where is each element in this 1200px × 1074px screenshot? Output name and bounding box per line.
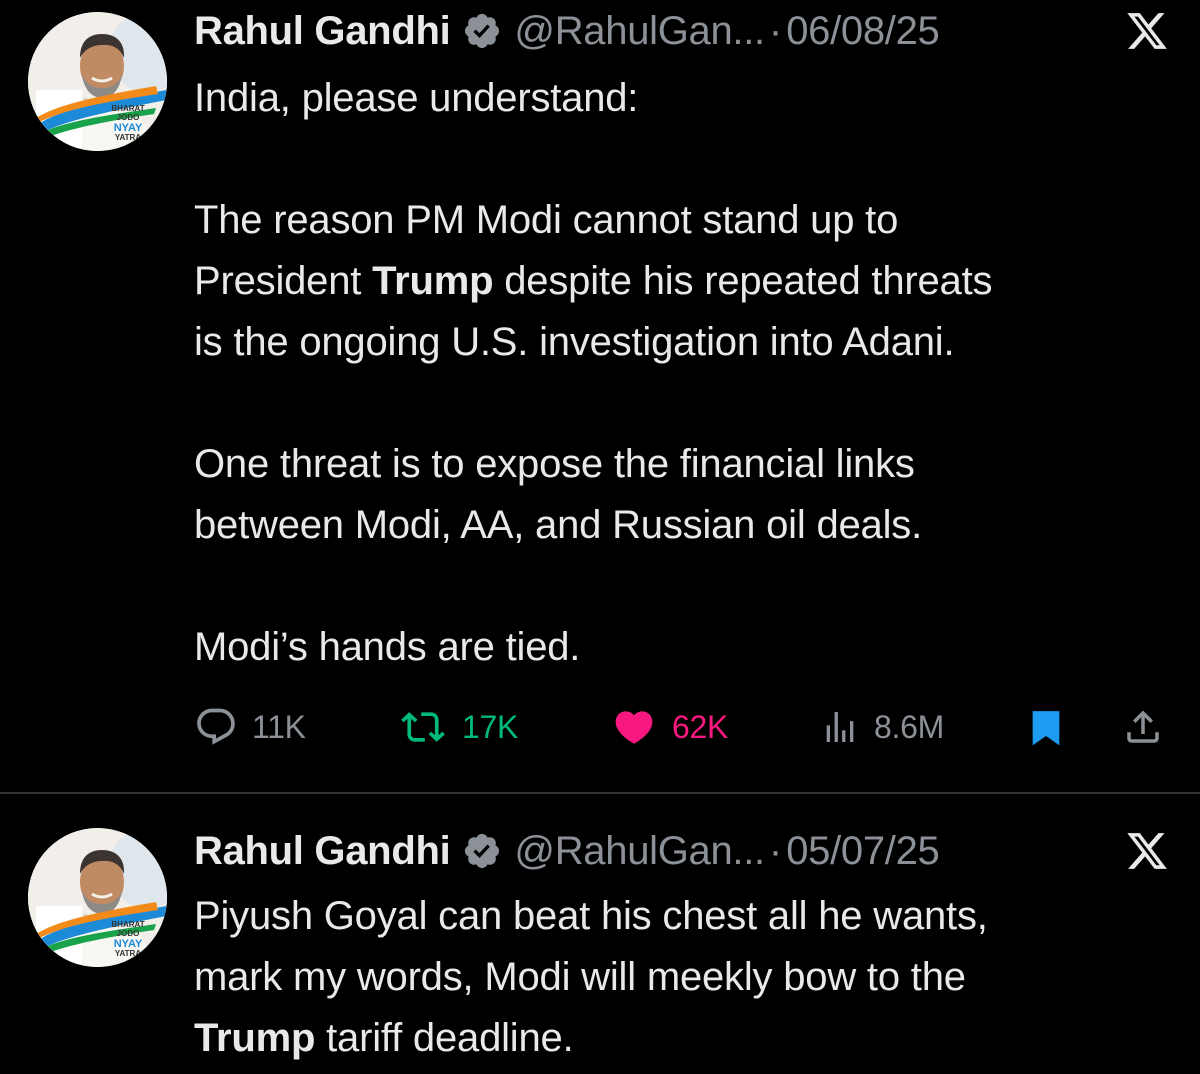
repost-button[interactable]: 17K xyxy=(398,700,518,754)
text-line: mark my words, Modi will meekly bow to t… xyxy=(194,955,966,999)
like-count: 62K xyxy=(672,708,729,745)
text-span: tariff deadline. xyxy=(315,1016,574,1060)
separator-dot: · xyxy=(768,828,783,873)
bookmark-button[interactable] xyxy=(1026,700,1066,754)
avatar-badge-line: BHARAT xyxy=(111,104,144,113)
author-name[interactable]: Rahul Gandhi xyxy=(194,829,451,874)
reply-count: 11K xyxy=(252,708,306,745)
reply-button[interactable]: 11K xyxy=(194,700,306,754)
text-line: The reason PM Modi cannot stand up to xyxy=(194,198,899,242)
text-line: Piyush Goyal can beat his chest all he w… xyxy=(194,894,988,938)
avatar[interactable]: BHARAT JODO NYAY YATRA xyxy=(28,12,167,151)
x-logo-icon xyxy=(1127,833,1167,869)
avatar-badge-line: JODO xyxy=(117,929,140,938)
tweet-header: Rahul Gandhi @RahulGan... · 06/08/25 xyxy=(194,6,1170,56)
avatar-image: BHARAT JODO NYAY YATRA xyxy=(28,12,167,151)
x-logo-icon xyxy=(1127,13,1167,49)
views-button[interactable]: 8.6M xyxy=(820,700,944,754)
tweet-paragraph: One threat is to expose the financial li… xyxy=(194,434,1176,556)
text-span: despite his repeated threats xyxy=(493,259,993,303)
separator-dot: · xyxy=(768,8,783,53)
tweet-date[interactable]: 05/07/25 xyxy=(786,829,940,874)
avatar-image: BHARAT JODO NYAY YATRA xyxy=(28,828,167,967)
views-icon xyxy=(826,712,854,742)
view-count: 8.6M xyxy=(874,708,944,745)
tweet-text: Piyush Goyal can beat his chest all he w… xyxy=(194,886,1176,1069)
author-handle[interactable]: @RahulGan... xyxy=(514,9,765,54)
bold-text: Trump xyxy=(372,259,494,303)
avatar[interactable]: BHARAT JODO NYAY YATRA xyxy=(28,828,167,967)
like-button[interactable]: 62K xyxy=(610,700,728,754)
text-line: Trump tariff deadline. xyxy=(194,1008,1176,1069)
text-line: One threat is to expose the financial li… xyxy=(194,442,915,486)
text-line: India, please understand: xyxy=(194,76,639,120)
avatar-badge-line: JODO xyxy=(117,113,140,122)
share-button[interactable] xyxy=(1122,700,1164,754)
author-handle[interactable]: @RahulGan... xyxy=(514,829,765,874)
repost-icon xyxy=(401,712,445,742)
text-line: between Modi, AA, and Russian oil deals. xyxy=(194,503,922,547)
repost-count: 17K xyxy=(462,708,519,745)
tweet-card[interactable]: BHARAT JODO NYAY YATRA Rahul Gandhi @Rah… xyxy=(0,796,1200,1074)
tweet-paragraph: Piyush Goyal can beat his chest all he w… xyxy=(194,886,1176,1069)
tweet-divider xyxy=(0,792,1200,794)
tweet-paragraph: India, please understand: xyxy=(194,68,1176,129)
text-span: President xyxy=(194,259,373,303)
verified-badge-icon xyxy=(465,13,500,49)
heart-icon xyxy=(615,711,653,744)
text-line: is the ongoing U.S. investigation into A… xyxy=(194,320,955,364)
avatar-badge-line: YATRA xyxy=(115,949,141,958)
text-line: President Trump despite his repeated thr… xyxy=(194,251,1176,312)
reply-icon xyxy=(197,708,235,745)
tweet-paragraph: Modi’s hands are tied. xyxy=(194,617,1176,678)
action-bar: 11K 17K 62K 8.6M xyxy=(194,700,1174,754)
avatar-badge-line: BHARAT xyxy=(111,920,144,929)
avatar-badge-line: YATRA xyxy=(115,133,141,142)
bold-text: Trump xyxy=(194,1016,316,1060)
share-icon xyxy=(1127,710,1159,743)
text-line: Modi’s hands are tied. xyxy=(194,625,581,669)
avatar-badge-text: BHARAT JODO NYAY YATRA xyxy=(111,104,144,142)
tweet-date[interactable]: 06/08/25 xyxy=(786,9,940,54)
tweet-text: India, please understand: The reason PM … xyxy=(194,68,1176,678)
author-name[interactable]: Rahul Gandhi xyxy=(194,9,451,54)
tweet-card[interactable]: BHARAT JODO NYAY YATRA Rahul Gandhi @Rah… xyxy=(0,0,1200,792)
tweet-paragraph: The reason PM Modi cannot stand up to Pr… xyxy=(194,190,1176,373)
avatar-badge-text: BHARAT JODO NYAY YATRA xyxy=(111,920,144,958)
verified-badge-icon xyxy=(465,833,500,869)
tweet-header: Rahul Gandhi @RahulGan... · 05/07/25 xyxy=(194,826,1170,876)
bookmark-icon xyxy=(1032,711,1060,746)
